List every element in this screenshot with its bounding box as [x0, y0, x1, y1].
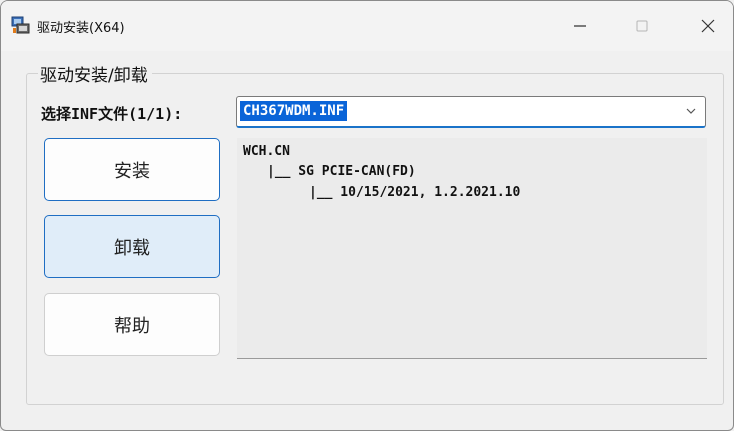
- inf-file-dropdown[interactable]: CH367WDM.INF: [236, 96, 706, 128]
- help-button[interactable]: 帮助: [44, 293, 220, 356]
- minimize-button[interactable]: [557, 1, 603, 51]
- inf-file-label: 选择INF文件(1/1):: [41, 105, 183, 123]
- maximize-button[interactable]: [619, 1, 665, 51]
- tree-device: |__ SG PCIE-CAN(FD): [267, 164, 416, 179]
- driver-info-panel: WCH.CN |__ SG PCIE-CAN(FD) |__ 10/15/202…: [237, 138, 707, 359]
- groupbox-title: 驱动安装/卸载: [38, 61, 152, 86]
- close-icon: [701, 19, 715, 33]
- inf-file-selected-value: CH367WDM.INF: [240, 101, 348, 121]
- driver-install-window: 驱动安装(X64) 驱动安装/卸载 选择INF文件(1/1): CH367WDM…: [0, 0, 734, 431]
- minimize-icon: [574, 25, 586, 27]
- driver-setup-icon: [11, 15, 31, 35]
- uninstall-button[interactable]: 卸载: [44, 215, 220, 278]
- install-button[interactable]: 安装: [44, 138, 220, 201]
- tree-vendor: WCH.CN: [243, 144, 290, 159]
- window-title: 驱动安装(X64): [37, 21, 125, 36]
- chevron-down-icon[interactable]: [685, 105, 697, 117]
- title-bar[interactable]: 驱动安装(X64): [1, 1, 733, 51]
- close-button[interactable]: [685, 1, 731, 51]
- tree-driver-version: |__ 10/15/2021, 1.2.2021.10: [309, 185, 521, 200]
- maximize-icon: [636, 20, 648, 32]
